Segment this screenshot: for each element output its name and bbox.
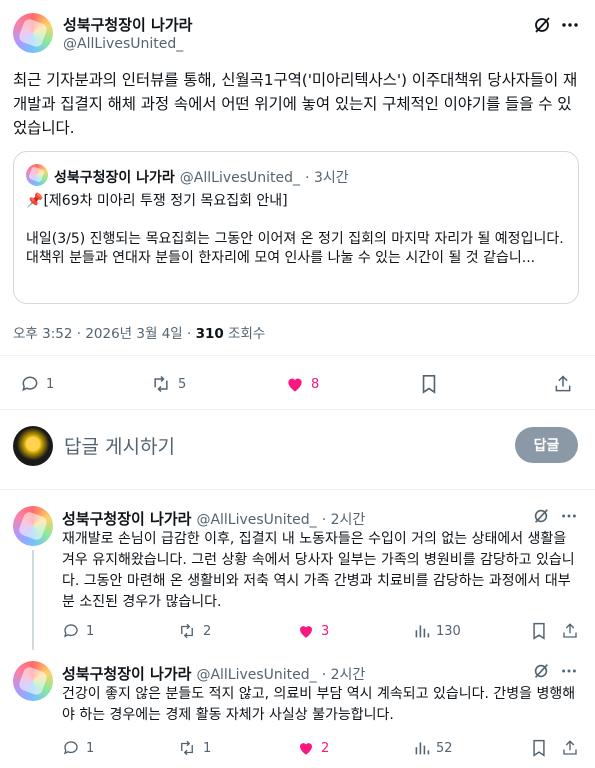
reply-action[interactable]: 1 [62,622,94,640]
reply-action[interactable]: 1 [20,374,54,394]
like-action[interactable]: 8 [285,374,319,394]
grok-icon[interactable] [532,15,552,35]
reply-count: 1 [86,623,95,639]
bookmark-icon [422,375,436,394]
reply-count: 1 [46,376,55,392]
reply-text: 재개발로 손님이 급감한 이후, 집결지 내 노동자들은 수입이 거의 없는 상… [62,531,575,610]
grok-icon[interactable] [532,507,550,525]
bookmark-icon [533,739,545,757]
divider [0,489,595,490]
quote-line-2: 대책위 분들과 연대자 분들이 한자리에 모여 인사를 나눌 수 있는 시간이 … [26,250,536,266]
views-action[interactable]: 52 [414,739,453,757]
repost-count: 1 [203,740,212,756]
quote-line-1: 내일(3/5) 진행되는 목요집회는 그동안 이어져 온 정기 집회의 마지막 … [26,231,564,247]
analytics-icon [415,625,430,638]
bookmark-icon [533,622,545,640]
share-icon [555,375,571,392]
bookmark-action[interactable] [531,739,547,757]
reply-time[interactable]: · 2시간 [322,664,366,684]
avatar-logo [17,665,49,697]
bookmark-action[interactable] [531,622,547,640]
share-action[interactable] [561,739,579,757]
more-icon[interactable] [560,662,578,680]
reply-meta: 성북구청장이 나가라 @AllLivesUnited_ · 2시간 [62,663,365,684]
quote-title: [제69차 미아리 투쟁 정기 목요집회 안내] [43,193,288,209]
reply-composer-input[interactable]: 답글 게시하기 [64,432,175,459]
repost-icon [181,623,193,639]
more-icon[interactable] [560,507,578,525]
repost-action[interactable]: 5 [150,374,186,394]
reply-author-name[interactable]: 성북구청장이 나가라 [62,663,191,684]
bookmark-action[interactable] [420,374,438,394]
heart-icon [288,378,302,392]
quote-meta: 성북구청장이 나가라 @AllLivesUnited_ · 3시간 [54,167,349,187]
reply-action[interactable]: 1 [62,739,94,757]
quote-author-name: 성북구청장이 나가라 [54,170,175,186]
divider [0,409,595,410]
reply-count: 1 [86,740,95,756]
reply-avatar[interactable] [13,506,53,546]
views-count: 130 [436,623,461,639]
heart-icon [300,743,312,755]
author-name[interactable]: 성북구청장이 나가라 [63,14,192,35]
reply-author-handle[interactable]: @AllLivesUnited_ [196,512,316,528]
repost-action[interactable]: 1 [177,739,211,757]
reply-author-name[interactable]: 성북구청장이 나가라 [62,508,191,529]
views-label: 조회수 [223,326,266,342]
post-date: 오후 3:52 · 2026년 3월 4일 · [13,326,196,342]
reply-icon [22,376,38,392]
post-timestamp: 오후 3:52 · 2026년 3월 4일 · 310 조회수 [13,322,265,342]
repost-icon [181,740,193,756]
pushpin-icon: 📌 [26,193,44,209]
author-avatar[interactable] [13,13,53,53]
quote-time: · 3시간 [305,170,349,186]
avatar-logo [17,510,49,542]
views-action[interactable]: 130 [414,622,461,640]
repost-icon [154,375,168,393]
post-text: 최근 기자분과의 인터뷰를 통해, 신월곡1구역('미아리텍사스') 이주대책위… [13,71,578,137]
reply-icon [63,741,78,755]
avatar-logo [28,166,46,184]
heart-icon [300,626,312,638]
share-icon [563,623,577,638]
thread-line [32,550,34,650]
views-count: 310 [195,326,224,342]
reply-text: 건강이 좋지 않은 분들도 적지 않고, 의료비 부담 역시 계속되고 있습니다… [62,686,576,723]
reply-avatar[interactable] [13,661,53,701]
repost-count: 5 [178,376,187,392]
author-handle[interactable]: @AllLivesUnited_ [63,36,183,52]
more-icon[interactable] [560,15,580,35]
avatar-logo [17,17,49,49]
quote-avatar [26,164,48,186]
views-count: 52 [436,740,453,756]
like-count: 2 [321,740,330,756]
divider [0,355,595,356]
quote-body: 📌[제69차 미아리 투쟁 정기 목요집회 안내] 내일(3/5) 진행되는 목… [26,192,566,268]
current-user-avatar[interactable] [13,426,53,466]
like-action[interactable]: 2 [297,739,329,757]
share-action[interactable] [561,622,579,640]
share-icon [563,740,577,755]
share-action[interactable] [553,374,573,394]
quoted-post[interactable]: 성북구청장이 나가라 @AllLivesUnited_ · 3시간 📌[제69차… [13,151,579,304]
reply-submit-button[interactable]: 답글 [515,427,578,463]
reply-author-handle[interactable]: @AllLivesUnited_ [196,667,316,683]
reply-time[interactable]: · 2시간 [322,509,366,529]
analytics-icon [415,742,430,755]
repost-count: 2 [203,623,212,639]
like-count: 8 [311,376,320,392]
grok-icon[interactable] [532,662,550,680]
quote-author-handle: @AllLivesUnited_ [179,170,301,186]
like-count: 3 [321,623,330,639]
like-action[interactable]: 3 [297,622,329,640]
reply-icon [63,624,78,638]
repost-action[interactable]: 2 [177,622,211,640]
reply-meta: 성북구청장이 나가라 @AllLivesUnited_ · 2시간 [62,508,365,529]
